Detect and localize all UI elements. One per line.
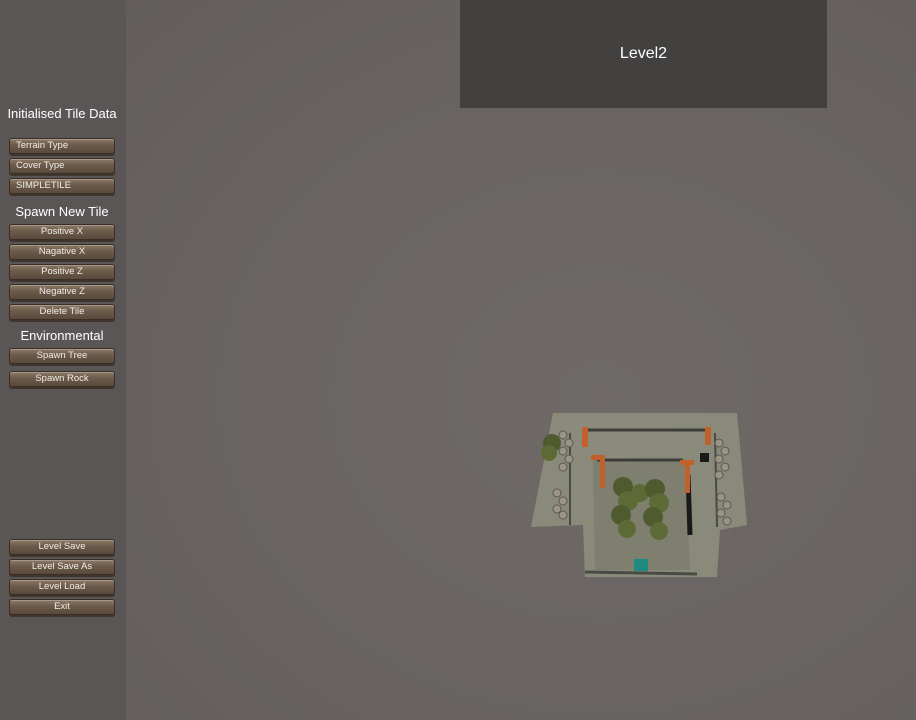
level-tile-scene[interactable] [525, 405, 760, 585]
tile-ground-inner [593, 460, 690, 570]
spawn-tree-button[interactable]: Spawn Tree [9, 348, 115, 364]
cover-type-field[interactable]: Cover Type [9, 158, 115, 174]
negative-x-button[interactable]: Nagative X [9, 244, 115, 260]
delete-tile-button[interactable]: Delete Tile [9, 304, 115, 320]
level-name: Level2 [619, 45, 668, 62]
level-load-button[interactable]: Level Load [9, 579, 115, 595]
spawn-new-tile-title: Spawn New Tile [15, 204, 109, 219]
environmental-title: Environmental [20, 328, 104, 343]
level-save-button[interactable]: Level Save [9, 539, 115, 555]
exit-button[interactable]: Exit [9, 599, 115, 615]
level-name-banner: Level2 [460, 0, 827, 108]
spawn-marker-icon [634, 559, 648, 571]
tile-data-title: Initialised Tile Data [7, 106, 117, 121]
terrain-type-field[interactable]: Terrain Type [9, 138, 115, 154]
positive-z-button[interactable]: Positive Z [9, 264, 115, 280]
level-save-as-button[interactable]: Level Save As [9, 559, 115, 575]
black-crate [700, 453, 709, 462]
positive-x-button[interactable]: Positive X [9, 224, 115, 240]
spawn-rock-button[interactable]: Spawn Rock [9, 371, 115, 387]
editor-sidebar: Initialised Tile Data Terrain Type Cover… [0, 0, 126, 720]
wall-front [584, 570, 698, 576]
tile-kind-field[interactable]: SIMPLETILE [9, 178, 115, 194]
negative-z-button[interactable]: Negative Z [9, 284, 115, 300]
scene-viewport[interactable] [126, 0, 916, 720]
